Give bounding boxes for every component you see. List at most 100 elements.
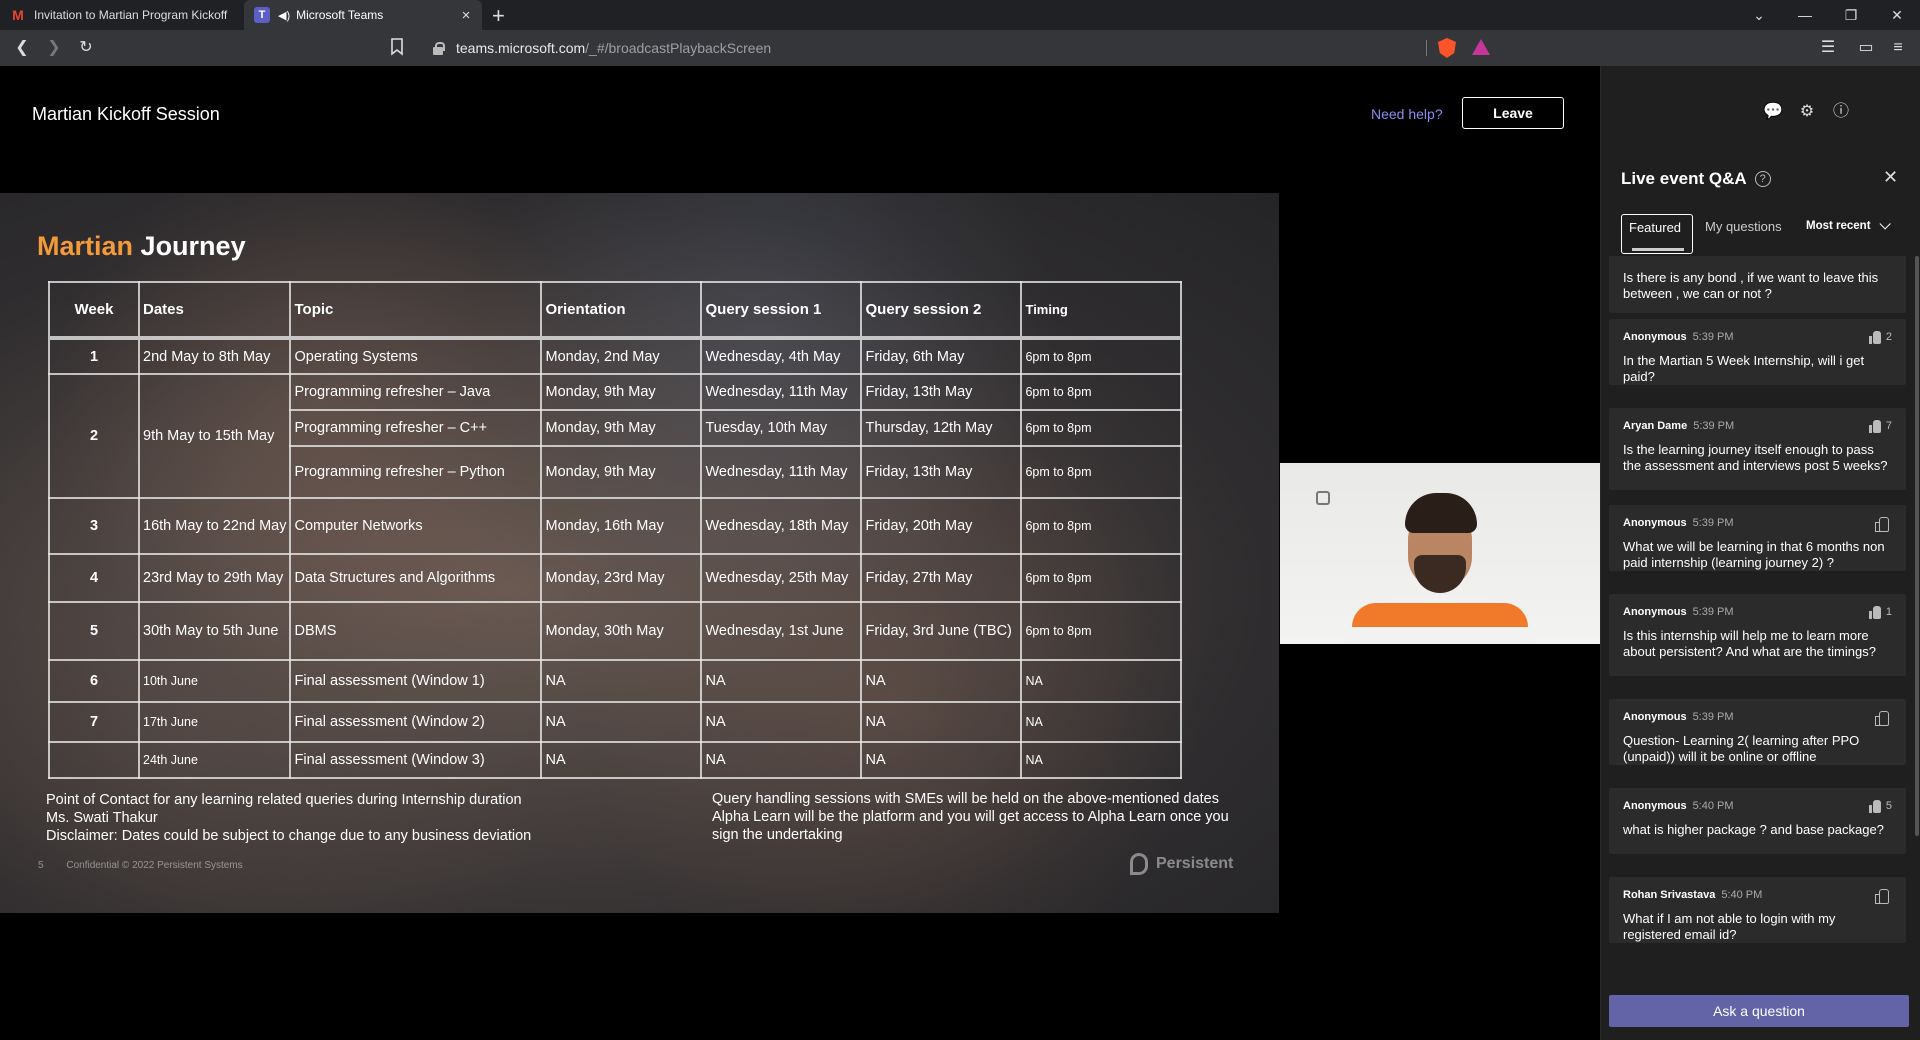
close-window-button[interactable]: ✕	[1874, 0, 1920, 30]
qa-meta: Anonymous 5:39 PM 1	[1623, 604, 1892, 620]
qa-question: What if I am not able to login with my r…	[1623, 911, 1836, 942]
restore-button[interactable]: ❐	[1828, 0, 1874, 30]
playlist-icon[interactable]: ☰	[1818, 38, 1838, 58]
timing-cell: NA	[1020, 741, 1183, 779]
url-host: teams.microsoft.com	[456, 40, 586, 56]
qa-time: 5:39 PM	[1692, 517, 1734, 529]
topic-cell: Final assessment (Window 2)	[289, 701, 543, 743]
chat-icon[interactable]: 💬	[1763, 102, 1783, 122]
help-icon[interactable]: ?	[1754, 171, 1771, 187]
tab-list-chevron-icon[interactable]: ⌄	[1736, 0, 1782, 30]
brave-rewards-icon[interactable]	[1472, 39, 1490, 55]
close-icon[interactable]: ✕	[1883, 167, 1898, 188]
qa-item[interactable]: Anonymous 5:39 PM What we will be learni…	[1609, 505, 1906, 571]
presenter-hair	[1405, 493, 1477, 533]
qa-scrollbar[interactable]	[1915, 256, 1919, 836]
qa-item[interactable]: Anonymous 5:39 PM 2 In the Martian 5 Wee…	[1609, 319, 1906, 385]
query1-cell: Wednesday, 4th May	[700, 337, 863, 375]
url-path: /_#/broadcastPlaybackScreen	[585, 40, 772, 56]
reload-button[interactable]: ↻	[76, 38, 96, 58]
address-bar[interactable]: teams.microsoft.com/_#/broadcastPlayback…	[410, 34, 1500, 62]
like-button[interactable]	[1875, 516, 1892, 532]
thumbs-up-icon	[1868, 419, 1881, 433]
week-cell: 7	[48, 701, 140, 743]
topic-cell: Data Structures and Algorithms	[289, 553, 543, 603]
timing-cell: 6pm to 8pm	[1020, 337, 1183, 375]
dates-cell: 30th May to 5th June	[137, 601, 292, 661]
back-button[interactable]: ❮	[12, 38, 32, 58]
note-line: Disclaimer: Dates could be subject to ch…	[46, 828, 532, 844]
presenter-shirt-stripe	[1352, 603, 1528, 627]
wallet-icon[interactable]: ▭	[1856, 38, 1876, 58]
column-header: Orientation	[540, 281, 703, 340]
tab-gmail[interactable]: M Invitation to Martian Program Kickoff	[0, 0, 242, 30]
column-header: Week	[48, 281, 140, 340]
minimize-button[interactable]: —	[1782, 0, 1828, 30]
orientation-cell: NA	[540, 659, 703, 703]
close-tab-icon[interactable]: ×	[456, 7, 476, 24]
qa-title: Live event Q&A ?	[1621, 169, 1771, 189]
qa-item[interactable]: Aryan Dame 5:39 PM 7 Is the learning jou…	[1609, 408, 1906, 490]
note-line: Query handling sessions with SMEs will b…	[712, 791, 1219, 807]
bookmark-icon[interactable]	[390, 38, 404, 56]
query1-cell: Wednesday, 18th May	[700, 497, 863, 555]
table-row: 2 9th May to 15th May Programming refres…	[48, 373, 1183, 499]
like-button[interactable]	[1875, 710, 1892, 726]
forward-button[interactable]: ❯	[44, 38, 64, 58]
timing-cell: 6pm to 8pm	[1020, 409, 1183, 447]
note-line: sign the undertaking	[712, 827, 843, 843]
dates-cell: 23rd May to 29th May	[137, 553, 292, 603]
browser-toolbar: ❮ ❯ ↻ teams.microsoft.com/_#/broadcastPl…	[0, 30, 1920, 66]
ask-question-button[interactable]: Ask a question	[1609, 995, 1909, 1027]
like-button[interactable]: 2	[1868, 330, 1892, 344]
like-count: 1	[1885, 606, 1892, 618]
tab-teams[interactable]: T ◀) Microsoft Teams ×	[244, 0, 482, 30]
timing-cell: 6pm to 8pm	[1020, 601, 1183, 661]
new-tab-button[interactable]: +	[492, 3, 505, 29]
topic-cell: DBMS	[289, 601, 543, 661]
qa-author: Anonymous	[1623, 606, 1687, 618]
qa-item[interactable]: Anonymous 5:39 PM 1 Is this internship w…	[1609, 594, 1906, 676]
table-row: 1 2nd May to 8th May Operating Systems M…	[48, 337, 1183, 375]
tab-my-questions[interactable]: My questions	[1698, 214, 1789, 254]
timing-cell: 6pm to 8pm	[1020, 373, 1183, 411]
sort-dropdown[interactable]: Most recent	[1806, 218, 1891, 232]
persistent-logo: Persistent	[1130, 853, 1233, 875]
info-icon[interactable]: ⓘ	[1831, 102, 1851, 122]
query1-cell: Wednesday, 11th May	[700, 445, 863, 499]
qa-author: Rohan Srivastava	[1623, 889, 1716, 901]
week-cell	[48, 741, 140, 779]
qa-item[interactable]: Rohan Srivastava 5:40 PM What if I am no…	[1609, 877, 1906, 943]
topic-cell: Final assessment (Window 1)	[289, 659, 543, 703]
qa-meta: Rohan Srivastava 5:40 PM	[1623, 887, 1892, 904]
slide-title-rest: Journey	[140, 231, 246, 261]
qa-meta: Anonymous 5:39 PM 2	[1623, 329, 1892, 345]
like-count: 2	[1885, 331, 1892, 343]
like-button[interactable]: 7	[1868, 419, 1892, 433]
table-row: 7 17th June Final assessment (Window 2) …	[48, 701, 1183, 743]
note-line: Point of Contact for any learning relate…	[46, 792, 522, 808]
event-title: Martian Kickoff Session	[32, 104, 220, 124]
qa-item[interactable]: Anonymous 5:40 PM 5 what is higher packa…	[1609, 788, 1906, 854]
query2-cell: Friday, 27th May	[860, 553, 1023, 603]
topic-cell: Programming refresher – C++	[289, 409, 543, 447]
like-button[interactable]: 5	[1868, 799, 1892, 813]
qa-author: Anonymous	[1623, 331, 1687, 343]
column-header: Dates	[137, 281, 292, 340]
qa-item[interactable]: Anonymous 5:39 PM Question- Learning 2( …	[1609, 699, 1906, 765]
table-row: 3 16th May to 22nd May Computer Networks…	[48, 497, 1183, 555]
tab-featured[interactable]: Featured	[1621, 214, 1693, 254]
like-button[interactable]: 1	[1868, 605, 1892, 619]
query2-cell: NA	[860, 741, 1023, 779]
leave-button[interactable]: Leave	[1462, 97, 1564, 129]
orientation-cell: NA	[540, 741, 703, 779]
thumbs-up-icon	[1875, 516, 1889, 532]
query2-cell: NA	[860, 659, 1023, 703]
timing-cell: 6pm to 8pm	[1020, 553, 1183, 603]
qa-item[interactable]: Is there is any bond , if we want to lea…	[1609, 256, 1906, 313]
need-help-link[interactable]: Need help?	[1371, 106, 1443, 122]
speaker-icon[interactable]: ◀)	[278, 9, 290, 22]
menu-icon[interactable]: ≡	[1888, 38, 1908, 58]
like-button[interactable]	[1875, 888, 1892, 904]
gear-icon[interactable]: ⚙	[1797, 102, 1817, 122]
